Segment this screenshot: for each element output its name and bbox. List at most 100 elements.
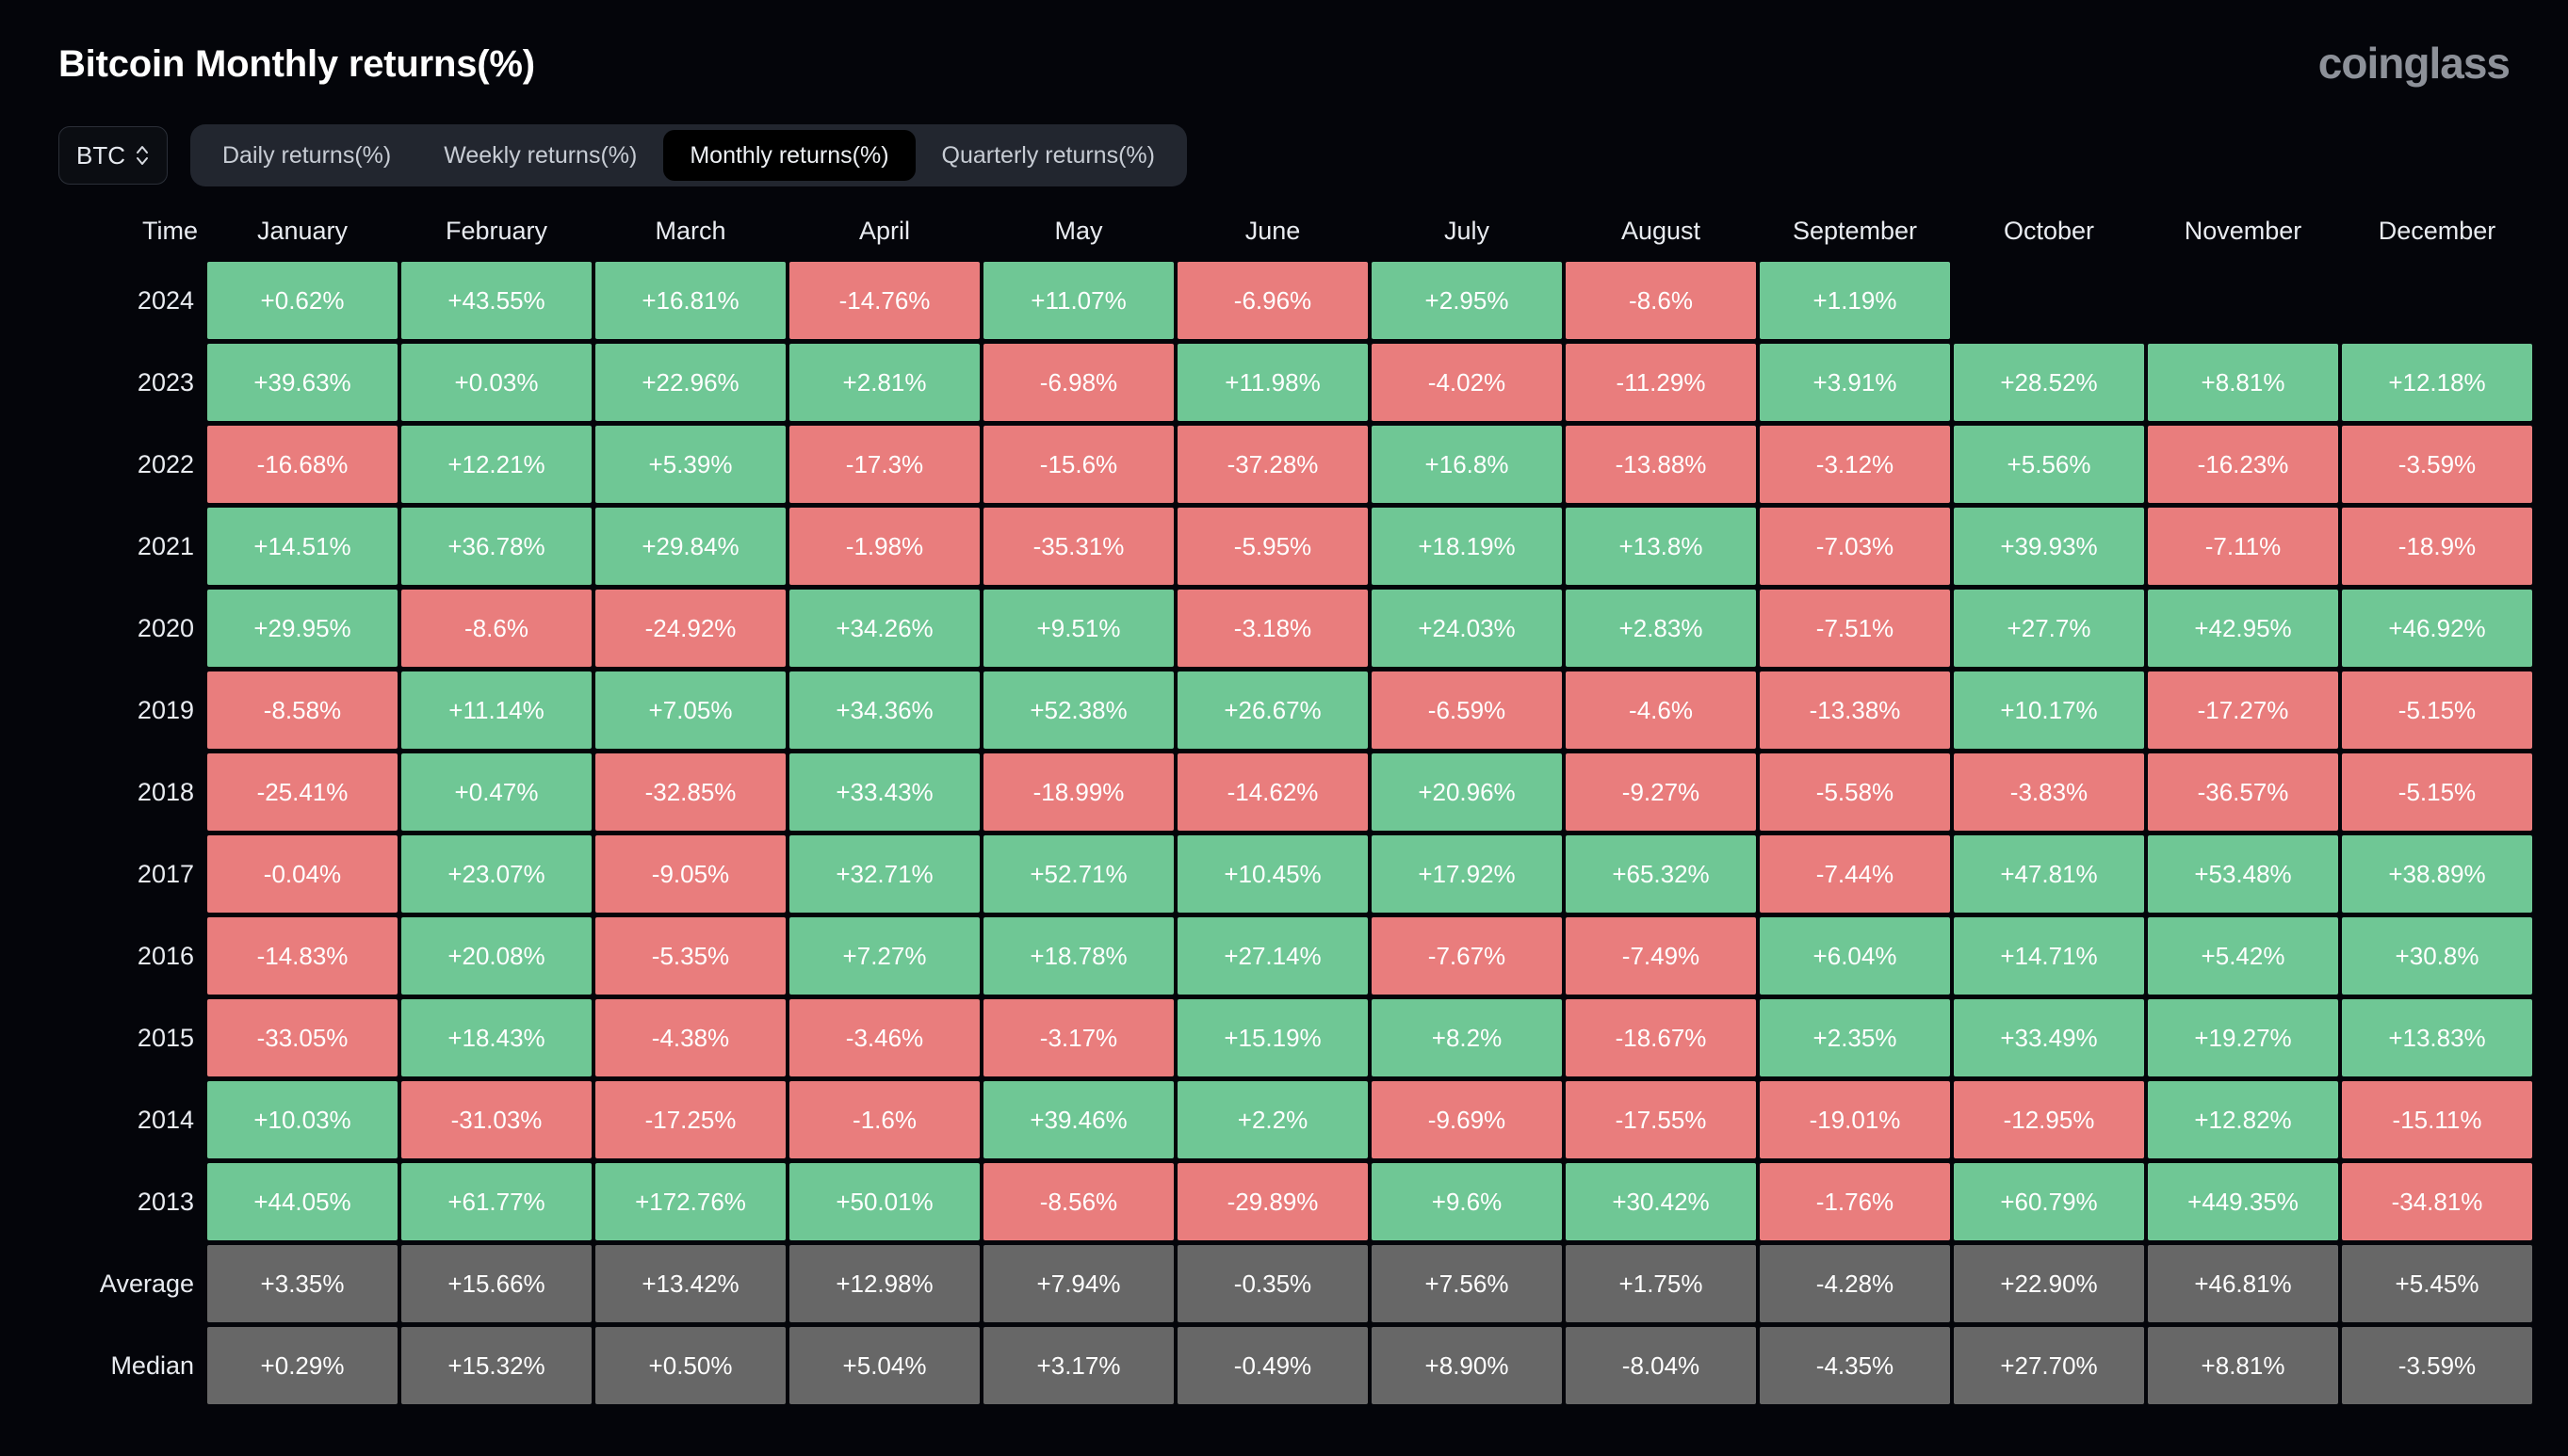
summary-cell: +0.29% <box>207 1327 398 1404</box>
table-row: 2015 -33.05% +18.43% -4.38% -3.46% -3.17% +15.… <box>62 999 2532 1076</box>
return-cell-negative: -17.3% <box>789 426 980 503</box>
return-cell-negative: -1.98% <box>789 508 980 585</box>
summary-cell: +15.66% <box>401 1245 592 1322</box>
summary-cell: -0.35% <box>1178 1245 1368 1322</box>
return-cell-negative: -18.9% <box>2342 508 2532 585</box>
column-header-time: Time <box>142 216 198 245</box>
return-cell-negative: -6.96% <box>1178 262 1368 339</box>
return-cell-positive: +9.6% <box>1372 1163 1562 1240</box>
tab-daily-returns[interactable]: Daily returns(%) <box>196 130 417 181</box>
table-row: 2014 +10.03% -31.03% -17.25% -1.6% +39.46% +2.… <box>62 1081 2532 1158</box>
return-cell-positive: +13.8% <box>1566 508 1756 585</box>
return-cell-negative: -4.02% <box>1372 344 1562 421</box>
summary-cell: +12.98% <box>789 1245 980 1322</box>
summary-cell: +5.45% <box>2342 1245 2532 1322</box>
return-cell-empty <box>1954 262 2144 339</box>
summary-cell: +27.70% <box>1954 1327 2144 1404</box>
return-cell-positive: +20.96% <box>1372 753 1562 831</box>
return-cell-negative: -1.76% <box>1760 1163 1950 1240</box>
return-cell-positive: +29.84% <box>595 508 786 585</box>
return-cell-positive: +50.01% <box>789 1163 980 1240</box>
return-cell-positive: +30.8% <box>2342 917 2532 995</box>
summary-cell: +7.56% <box>1372 1245 1562 1322</box>
return-cell-negative: -9.69% <box>1372 1081 1562 1158</box>
row-label-2017: 2017 <box>137 859 194 888</box>
return-cell-positive: +172.76% <box>595 1163 786 1240</box>
return-cell-negative: -7.44% <box>1760 835 1950 913</box>
return-cell-negative: -9.05% <box>595 835 786 913</box>
return-cell-negative: -36.57% <box>2148 753 2338 831</box>
summary-cell: +3.35% <box>207 1245 398 1322</box>
summary-cell: +13.42% <box>595 1245 786 1322</box>
return-cell-negative: -7.51% <box>1760 590 1950 667</box>
return-cell-positive: +28.52% <box>1954 344 2144 421</box>
return-cell-negative: -37.28% <box>1178 426 1368 503</box>
table-row: 2019 -8.58% +11.14% +7.05% +34.36% +52.38% +26… <box>62 671 2532 749</box>
tab-monthly-returns[interactable]: Monthly returns(%) <box>663 130 916 181</box>
return-cell-positive: +39.46% <box>983 1081 1174 1158</box>
return-cell-negative: -3.46% <box>789 999 980 1076</box>
tab-quarterly-returns[interactable]: Quarterly returns(%) <box>916 130 1181 181</box>
symbol-selector[interactable]: BTC <box>58 126 168 185</box>
return-cell-positive: +13.83% <box>2342 999 2532 1076</box>
return-cell-positive: +2.95% <box>1372 262 1562 339</box>
return-cell-negative: -11.29% <box>1566 344 1756 421</box>
return-cell-positive: +36.78% <box>401 508 592 585</box>
table-row: 2016 -14.83% +20.08% -5.35% +7.27% +18.78% +27… <box>62 917 2532 995</box>
return-cell-positive: +10.17% <box>1954 671 2144 749</box>
return-cell-negative: -6.98% <box>983 344 1174 421</box>
return-cell-negative: -3.83% <box>1954 753 2144 831</box>
tab-weekly-returns[interactable]: Weekly returns(%) <box>417 130 663 181</box>
return-cell-positive: +11.98% <box>1178 344 1368 421</box>
return-cell-positive: +18.43% <box>401 999 592 1076</box>
return-cell-negative: -5.58% <box>1760 753 1950 831</box>
table-body: 2024 +0.62% +43.55% +16.81% -14.76% +11.07% -6… <box>62 262 2532 1404</box>
return-cell-positive: +11.07% <box>983 262 1174 339</box>
return-cell-negative: -3.12% <box>1760 426 1950 503</box>
summary-cell: -3.59% <box>2342 1327 2532 1404</box>
return-cell-negative: -14.83% <box>207 917 398 995</box>
row-label-2022: 2022 <box>137 449 194 478</box>
return-cell-positive: +43.55% <box>401 262 592 339</box>
column-header-september: September <box>1792 216 1918 245</box>
return-cell-positive: +2.35% <box>1760 999 1950 1076</box>
return-cell-negative: -9.27% <box>1566 753 1756 831</box>
summary-cell: -4.28% <box>1760 1245 1950 1322</box>
column-header-march: March <box>655 216 726 245</box>
return-cell-positive: +6.04% <box>1760 917 1950 995</box>
return-cell-negative: -7.49% <box>1566 917 1756 995</box>
column-header-june: June <box>1244 216 1301 245</box>
return-cell-negative: -17.55% <box>1566 1081 1756 1158</box>
return-cell-positive: +0.03% <box>401 344 592 421</box>
column-header-november: November <box>2184 216 2302 245</box>
return-cell-negative: -4.38% <box>595 999 786 1076</box>
row-label-2018: 2018 <box>137 777 194 806</box>
return-cell-negative: -31.03% <box>401 1081 592 1158</box>
summary-cell: +0.50% <box>595 1327 786 1404</box>
summary-cell: +1.75% <box>1566 1245 1756 1322</box>
return-cell-positive: +42.95% <box>2148 590 2338 667</box>
return-cell-negative: -34.81% <box>2342 1163 2532 1240</box>
return-cell-negative: -15.11% <box>2342 1081 2532 1158</box>
row-label-2021: 2021 <box>137 531 194 560</box>
column-header-february: February <box>445 216 548 245</box>
return-cell-positive: +30.42% <box>1566 1163 1756 1240</box>
return-cell-positive: +2.2% <box>1178 1081 1368 1158</box>
return-cell-positive: +2.83% <box>1566 590 1756 667</box>
row-label-median: Median <box>110 1351 194 1380</box>
return-cell-positive: +7.05% <box>595 671 786 749</box>
return-cell-positive: +3.91% <box>1760 344 1950 421</box>
table-row: 2024 +0.62% +43.55% +16.81% -14.76% +11.07% -6… <box>62 262 2532 339</box>
return-cell-positive: +12.21% <box>401 426 592 503</box>
monthly-returns-table: Time January February March April May June July… <box>58 200 2536 1409</box>
page-header: Bitcoin Monthly returns(%) coinglass <box>0 0 2568 121</box>
summary-cell: +8.90% <box>1372 1327 1562 1404</box>
return-cell-empty <box>2148 262 2338 339</box>
return-cell-positive: +39.93% <box>1954 508 2144 585</box>
bitcoin-monthly-returns-page: Bitcoin Monthly returns(%) coinglass BTC… <box>0 0 2568 1456</box>
return-cell-negative: -8.6% <box>401 590 592 667</box>
return-cell-positive: +27.7% <box>1954 590 2144 667</box>
return-cell-negative: -25.41% <box>207 753 398 831</box>
row-label-average: Average <box>99 1269 194 1298</box>
return-cell-positive: +0.47% <box>401 753 592 831</box>
